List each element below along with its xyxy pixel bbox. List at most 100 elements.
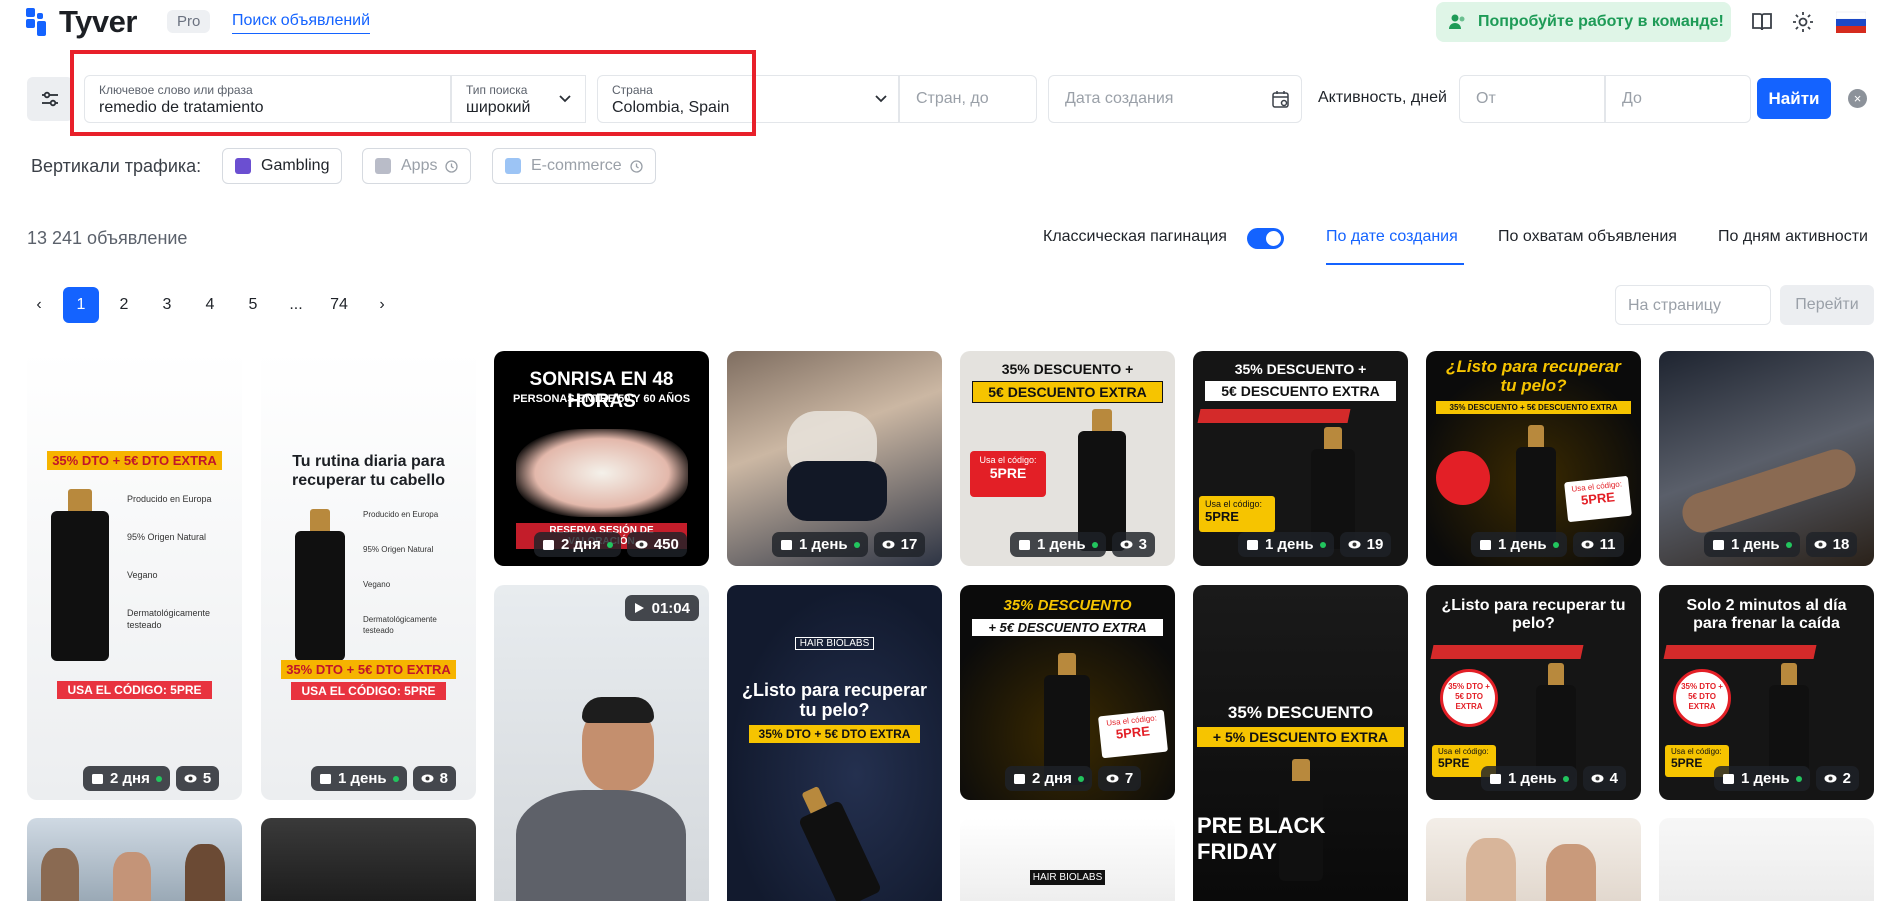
ad-card[interactable] xyxy=(1426,818,1641,901)
ad-card[interactable]: 35% DTO + 5€ DTO EXTRA Producido en Euro… xyxy=(27,351,242,800)
ad-code: USA EL CÓDIGO: 5PRE xyxy=(291,682,446,700)
calendar-icon xyxy=(1490,774,1501,784)
ad-card[interactable]: Solo 2 minutos al día para frenar la caí… xyxy=(1659,585,1874,800)
ad-offer: 35% DTO + 5€ DTO EXTRA xyxy=(281,660,456,679)
search-type-select[interactable]: Тип поиска широкий xyxy=(451,75,586,123)
views-badge: 4 xyxy=(1582,766,1626,791)
ad-card[interactable]: HAIR BIOLABS ¿Listo para recuperar tu pe… xyxy=(727,585,942,901)
views-badge: 7 xyxy=(1097,766,1142,791)
country-label: Страна xyxy=(612,83,653,97)
eye-icon xyxy=(1120,540,1133,549)
ad-card[interactable] xyxy=(1659,818,1874,901)
page-3[interactable]: 3 xyxy=(149,287,185,323)
views-badge: 11 xyxy=(1572,532,1624,557)
activity-to-input[interactable]: До xyxy=(1605,75,1751,123)
ad-card[interactable]: 1 день 18 xyxy=(1659,351,1874,566)
days-badge: 2 дня xyxy=(534,532,621,557)
discount-seal: 35% DTO + 5€ DTO EXTRA xyxy=(1673,669,1731,727)
keyword-input[interactable]: remedio de tratamiento xyxy=(99,99,264,117)
book-icon[interactable] xyxy=(1749,9,1775,35)
page-74[interactable]: 74 xyxy=(321,287,357,323)
ad-card[interactable]: 35% DESCUENTO + 5€ DESCUENTO EXTRA Usa e… xyxy=(960,351,1175,566)
logo[interactable]: Tyver xyxy=(26,6,137,38)
ad-card[interactable]: 35% DESCUENTO + 5€ DESCUENTO EXTRA Usa e… xyxy=(1193,351,1408,566)
logo-icon xyxy=(26,8,54,36)
filters-toggle-button[interactable] xyxy=(27,77,73,121)
calendar-icon xyxy=(781,540,792,550)
vertical-chip-ecommerce[interactable]: E-commerce xyxy=(492,148,656,184)
keyword-label: Ключевое слово или фраза xyxy=(99,83,253,97)
chevron-down-icon xyxy=(559,95,571,103)
countries-to-input[interactable]: Стран, до xyxy=(899,75,1037,123)
ad-card[interactable]: 35% DESCUENTO + 5% DESCUENTO EXTRA PRE B… xyxy=(1193,585,1408,901)
top-header: Tyver Pro Поиск объявлений Попробуйте ра… xyxy=(0,0,1897,46)
ad-brand: HAIR BIOLABS xyxy=(795,637,874,650)
ad-headline: ¿Listo para recuperar tu pelo? xyxy=(741,680,928,720)
results-count: 13 241 объявление xyxy=(27,228,188,248)
calendar-icon xyxy=(1019,540,1030,550)
ad-headline: 35% DESCUENTO xyxy=(1227,703,1374,722)
ad-card[interactable]: SONRISA EN 48 HORAS PERSONAS ENTRE 50 Y … xyxy=(494,351,709,566)
ad-stats: 1 день 4 xyxy=(1481,766,1626,791)
ad-card[interactable]: HAIR BIOLABS xyxy=(960,818,1175,901)
clear-icon[interactable]: × xyxy=(1848,89,1867,108)
person-hair xyxy=(582,697,654,723)
eye-icon xyxy=(1814,540,1827,549)
eye-icon xyxy=(184,774,197,783)
ad-stats: 2 дня 7 xyxy=(1005,766,1142,791)
find-button[interactable]: Найти xyxy=(1757,78,1831,119)
vertical-chip-gambling[interactable]: Gambling xyxy=(222,148,343,184)
ad-card[interactable]: ¿Listo para recuperar tu pelo? 35% DTO +… xyxy=(1426,585,1641,800)
eye-icon xyxy=(1348,540,1361,549)
calendar-icon[interactable] xyxy=(1271,89,1291,109)
views-badge: 17 xyxy=(873,532,926,557)
page-4[interactable]: 4 xyxy=(192,287,228,323)
calendar-icon xyxy=(1247,540,1258,550)
ad-card[interactable]: ¿Listo para recuperar tu pelo? 35% DESCU… xyxy=(1426,351,1641,566)
ad-card[interactable]: 35% DESCUENTO + 5€ DESCUENTO EXTRA Usa e… xyxy=(960,585,1175,800)
ad-headline: Solo 2 minutos al día para frenar la caí… xyxy=(1686,597,1847,632)
product-bottle xyxy=(295,509,345,661)
country-select[interactable]: Страна Colombia, Spain xyxy=(597,75,899,123)
sort-by-activity-days[interactable]: По дням активности xyxy=(1718,228,1868,246)
days-badge: 1 день xyxy=(1010,532,1106,557)
nav-link-ad-search[interactable]: Поиск объявлений xyxy=(232,12,371,34)
ad-card[interactable]: Tu rutina diaria para recuperar tu cabel… xyxy=(261,351,476,800)
calendar-icon xyxy=(1713,540,1724,550)
activity-from-input[interactable]: От xyxy=(1459,75,1605,123)
eye-icon xyxy=(421,774,434,783)
promo-stripe xyxy=(1663,645,1817,659)
search-type-label: Тип поиска xyxy=(466,83,528,97)
page-5[interactable]: 5 xyxy=(235,287,271,323)
ad-headline: ¿Listo para recuperar tu pelo? xyxy=(1446,357,1621,395)
sort-by-reach[interactable]: По охватам объявления xyxy=(1498,228,1677,246)
page-2[interactable]: 2 xyxy=(106,287,142,323)
ad-code: USA EL CÓDIGO: 5PRE xyxy=(57,681,212,699)
page-1[interactable]: 1 xyxy=(63,287,99,323)
gear-icon[interactable] xyxy=(1790,9,1816,35)
flag-ru-icon[interactable] xyxy=(1836,9,1866,35)
go-button[interactable]: Перейти xyxy=(1780,285,1874,325)
keyword-field[interactable]: Ключевое слово или фраза remedio de trat… xyxy=(84,75,451,123)
sort-by-date[interactable]: По дате создания xyxy=(1326,228,1458,246)
days-badge: 2 дня xyxy=(1005,766,1092,791)
eye-icon xyxy=(1106,774,1119,783)
vertical-chip-apps[interactable]: Apps xyxy=(362,148,472,184)
ad-card[interactable] xyxy=(27,818,242,901)
eye-icon xyxy=(1591,774,1604,783)
prev-page-button[interactable]: ‹ xyxy=(21,287,57,323)
clock-icon xyxy=(445,159,459,173)
created-date-input[interactable]: Дата создания xyxy=(1048,75,1302,123)
team-cta-button[interactable]: Попробуйте работу в команде! xyxy=(1436,2,1731,42)
next-page-button[interactable]: › xyxy=(364,287,400,323)
ecommerce-icon xyxy=(505,158,521,174)
discount-seal xyxy=(1436,451,1490,505)
ad-stats: 1 день 17 xyxy=(772,532,926,557)
per-page-input[interactable]: На страницу xyxy=(1615,285,1771,325)
ad-card-video[interactable]: 01:04 xyxy=(494,585,709,901)
ad-card[interactable] xyxy=(261,818,476,901)
calendar-icon xyxy=(1480,540,1491,550)
classic-pagination-toggle[interactable] xyxy=(1247,228,1284,249)
ad-headline: Tu rutina diaria para recuperar tu cabel… xyxy=(292,453,445,489)
ad-card[interactable]: 1 день 17 xyxy=(727,351,942,566)
